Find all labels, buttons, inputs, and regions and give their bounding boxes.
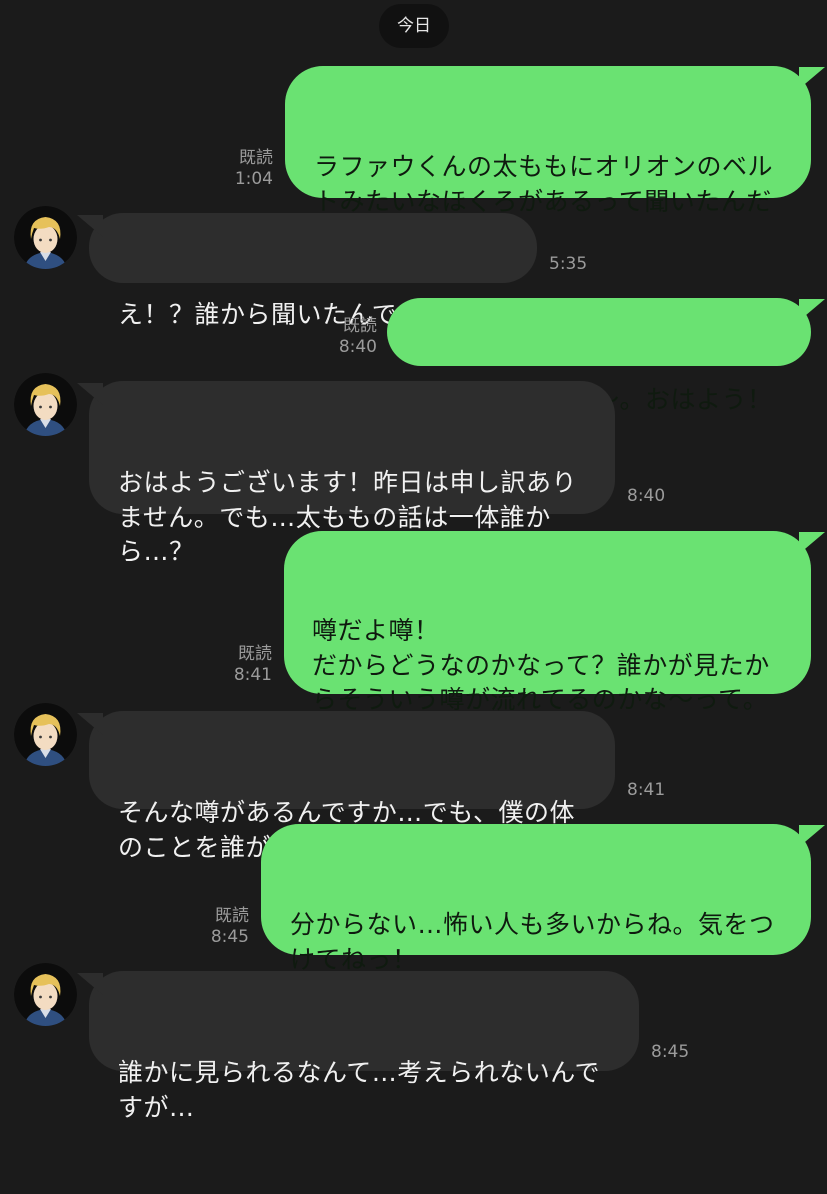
date-separator: 今日: [379, 4, 449, 48]
message-time: 8:40: [338, 337, 377, 357]
contact-avatar[interactable]: [14, 703, 77, 766]
message-time: 8:41: [627, 780, 666, 800]
message-time: 8:45: [210, 927, 249, 947]
sent-message-bubble[interactable]: 分からない…怖い人も多いからね。気をつ けてねっ！ いつ見られたかとか検討つく？: [261, 824, 825, 1008]
message-time: 8:40: [627, 486, 666, 506]
bubble-tail: [799, 532, 825, 554]
bubble-tail: [77, 713, 103, 735]
contact-avatar[interactable]: [14, 373, 77, 436]
message-meta: 既読 8:40: [339, 316, 377, 358]
received-message-bubble[interactable]: おはようございます！昨日は申し訳あり ません。でも…太ももの話は一体誰か ら…？: [77, 381, 615, 566]
blond-boy-avatar-icon: [14, 703, 77, 766]
read-receipt: 既読: [239, 148, 273, 168]
bubble-tail: [799, 299, 825, 321]
message-time: 1:04: [234, 169, 273, 189]
bubble-tail: [77, 973, 103, 995]
message-meta: 既読 8:45: [211, 906, 249, 948]
message-time: 5:35: [549, 254, 588, 274]
received-message-bubble[interactable]: え！？誰から聞いたんですか！？: [77, 213, 537, 329]
blond-boy-avatar-icon: [14, 206, 77, 269]
blond-boy-avatar-icon: [14, 373, 77, 436]
message-time: 8:41: [233, 665, 272, 685]
contact-avatar[interactable]: [14, 206, 77, 269]
message-meta: 既読 1:04: [235, 148, 273, 190]
read-receipt: 既読: [343, 316, 377, 336]
received-message-bubble[interactable]: そんな噂があるんですか…でも、僕の体 のことを誰が…？: [77, 711, 615, 862]
bubble-tail: [77, 383, 103, 405]
message-meta: 5:35: [549, 254, 587, 275]
message-text: 誰かに見られるなんて…考えられないんで すが…: [118, 1058, 601, 1122]
bubble-tail: [77, 215, 103, 237]
message-meta: 8:45: [651, 1042, 689, 1063]
blond-boy-avatar-icon: [14, 963, 77, 1026]
sent-message-bubble[interactable]: 深夜にごめんね〜。おはよう！: [387, 298, 825, 414]
message-meta: 8:41: [627, 780, 665, 801]
bubble-tail: [799, 825, 825, 847]
bubble-tail: [799, 67, 825, 89]
message-meta: 既読 8:41: [234, 644, 272, 686]
message-meta: 8:40: [627, 486, 665, 507]
message-time: 8:45: [651, 1042, 690, 1062]
sent-message-bubble[interactable]: 噂だよ噂！ だからどうなのかなって？誰かが見たか らそういう噂が流れてるのかな〜…: [284, 531, 825, 749]
read-receipt: 既読: [215, 906, 249, 926]
read-receipt: 既読: [238, 644, 272, 664]
contact-avatar[interactable]: [14, 963, 77, 1026]
received-message-bubble[interactable]: 誰かに見られるなんて…考えられないんで すが…: [77, 971, 639, 1122]
sent-message-bubble[interactable]: ラファウくんの太ももにオリオンのベル トみたいなほくろがあるって聞いたんだ けど…: [285, 66, 825, 250]
